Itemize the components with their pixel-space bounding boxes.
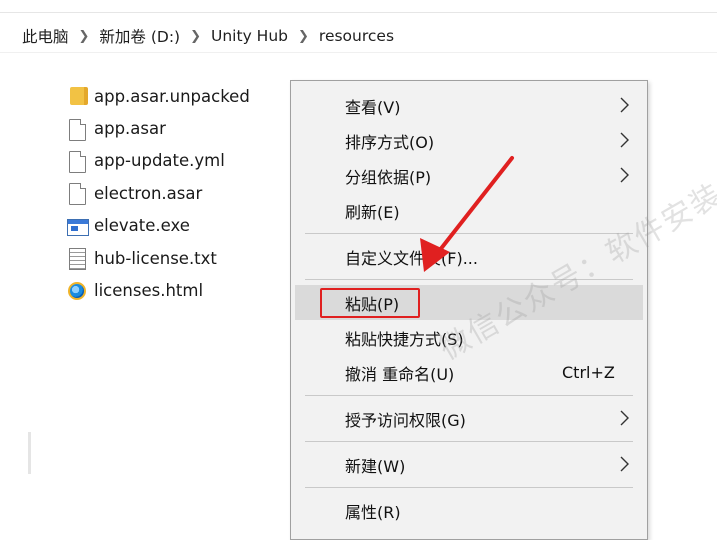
menu-item-label: 新建(W) — [345, 456, 406, 476]
folder-icon — [66, 85, 88, 107]
file-name: elevate.exe — [94, 216, 190, 236]
menu-item-new[interactable]: 新建(W) — [295, 447, 643, 482]
file-icon — [66, 118, 88, 141]
breadcrumb-this-pc[interactable]: 此电脑 — [22, 25, 69, 47]
text-file-icon — [66, 247, 88, 271]
breadcrumb-drive-d[interactable]: 新加卷 (D:) — [99, 25, 180, 47]
file-list: app.asar.unpacked app.asar app-update.ym… — [66, 80, 250, 307]
menu-item-shortcut: Ctrl+Z — [562, 363, 615, 382]
menu-item-label: 自定义文件夹(F)... — [345, 248, 478, 268]
file-name: app.asar.unpacked — [94, 86, 250, 106]
breadcrumb-chevron-icon: ❯ — [190, 28, 202, 44]
chevron-right-icon — [620, 97, 629, 113]
menu-item-give-access[interactable]: 授予访问权限(G) — [295, 401, 643, 436]
file-item-app-update-yml[interactable]: app-update.yml — [66, 145, 250, 177]
browser-html-icon — [66, 280, 88, 302]
toolbar-strip — [0, 0, 717, 13]
breadcrumb-chevron-icon: ❯ — [78, 28, 90, 44]
menu-item-label: 查看(V) — [345, 97, 401, 117]
file-icon — [66, 150, 88, 173]
breadcrumb-resources[interactable]: resources — [319, 27, 394, 45]
menu-separator — [305, 233, 633, 234]
file-item-hub-license-txt[interactable]: hub-license.txt — [66, 242, 250, 274]
menu-item-sort[interactable]: 排序方式(O) — [295, 123, 643, 158]
exe-icon — [66, 215, 89, 237]
menu-item-label: 撤消 重命名(U) — [345, 364, 455, 384]
file-item-app-asar-unpacked[interactable]: app.asar.unpacked — [66, 80, 250, 112]
menu-separator — [305, 395, 633, 396]
menu-item-properties[interactable]: 属性(R) — [295, 493, 643, 528]
file-name: licenses.html — [94, 281, 204, 301]
menu-separator — [305, 487, 633, 488]
menu-item-label: 属性(R) — [345, 502, 401, 522]
menu-item-label: 排序方式(O) — [345, 132, 435, 152]
file-item-elevate-exe[interactable]: elevate.exe — [66, 210, 250, 242]
menu-item-label: 分组依据(P) — [345, 167, 432, 187]
chevron-right-icon — [620, 167, 629, 183]
menu-item-label: 授予访问权限(G) — [345, 410, 466, 430]
highlight-box — [320, 288, 420, 318]
chevron-right-icon — [620, 132, 629, 148]
file-name: electron.asar — [94, 183, 203, 203]
scroll-edge — [28, 432, 31, 474]
file-name: app-update.yml — [94, 151, 225, 171]
file-name: app.asar — [94, 119, 166, 139]
menu-item-undo-rename[interactable]: 撤消 重命名(U) Ctrl+Z — [295, 355, 643, 390]
file-name: hub-license.txt — [94, 248, 217, 268]
file-icon — [66, 182, 88, 206]
breadcrumb[interactable]: 此电脑 ❯ 新加卷 (D:) ❯ Unity Hub ❯ resources — [0, 20, 717, 53]
chevron-right-icon — [620, 410, 629, 426]
file-item-app-asar[interactable]: app.asar — [66, 112, 250, 144]
breadcrumb-chevron-icon: ❯ — [298, 28, 309, 44]
menu-item-label: 刷新(E) — [345, 202, 400, 222]
file-item-licenses-html[interactable]: licenses.html — [66, 274, 250, 306]
file-item-electron-asar[interactable]: electron.asar — [66, 177, 250, 209]
chevron-right-icon — [620, 456, 629, 472]
menu-item-view[interactable]: 查看(V) — [295, 88, 643, 123]
breadcrumb-unity-hub[interactable]: Unity Hub — [211, 27, 288, 45]
menu-item-refresh[interactable]: 刷新(E) — [295, 193, 643, 228]
menu-item-group-by[interactable]: 分组依据(P) — [295, 158, 643, 193]
menu-separator — [305, 441, 633, 442]
